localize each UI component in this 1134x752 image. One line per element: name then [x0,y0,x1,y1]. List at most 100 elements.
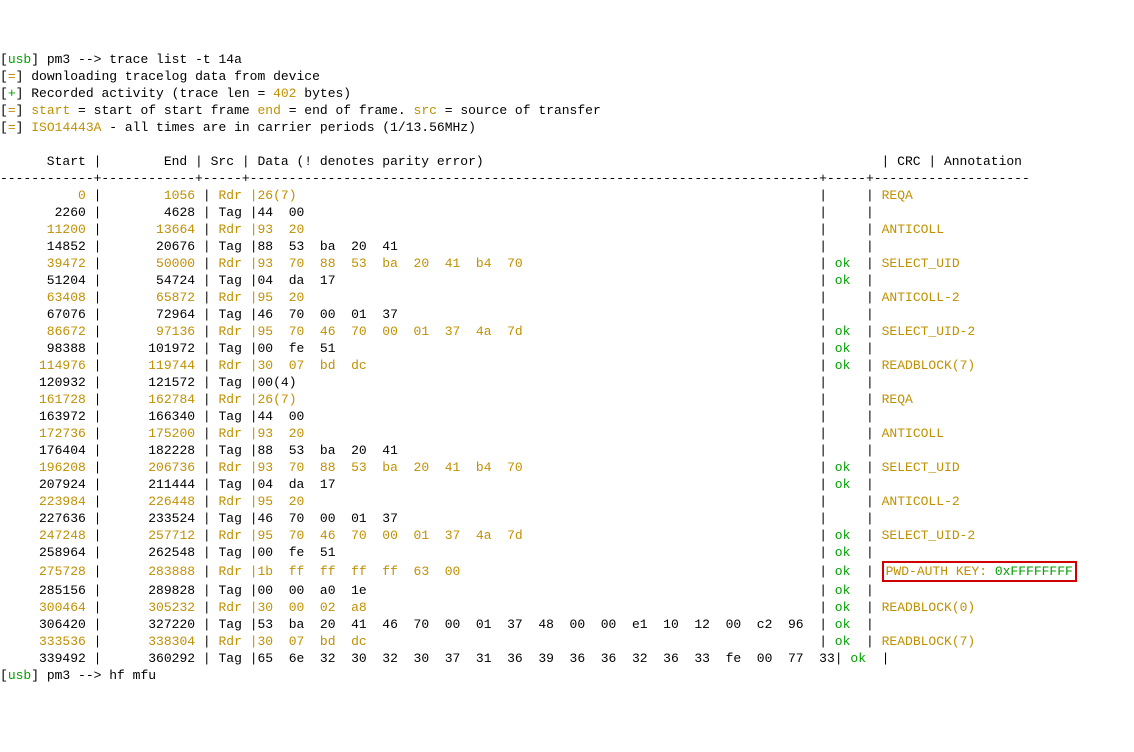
status-line: bytes) [296,86,351,101]
col-src: Tag [218,409,241,424]
col-end: 257712 [109,528,195,543]
usb-tag: usb [8,52,31,67]
col-end: 20676 [109,239,195,254]
col-start: 114976 [0,358,86,373]
col-end: 65872 [109,290,195,305]
col-data: |1b ff ff ff ff 63 00 [250,564,820,579]
col-start: 223984 [0,494,86,509]
col-end: 4628 [109,205,195,220]
col-start: 86672 [0,324,86,339]
col-start: 176404 [0,443,86,458]
col-end: 206736 [109,460,195,475]
col-end: 1056 [109,188,195,203]
col-data: |93 20 [250,426,820,441]
crc-ok: ok [835,634,858,649]
annotation: READBLOCK(7) [882,358,976,373]
col-start: 11200 [0,222,86,237]
col-data: |93 70 88 53 ba 20 41 b4 70 [250,460,820,475]
annotation-key: 0xFFFFFFFF [995,564,1073,579]
col-src: Tag [218,341,241,356]
col-data: |26(7) [250,392,820,407]
col-src: Rdr [218,460,241,475]
status-equals: = [8,69,16,84]
command-text[interactable]: hf mfu [109,668,156,683]
col-data: |30 00 02 a8 [250,600,820,615]
col-end: 72964 [109,307,195,322]
col-src: Tag [218,545,241,560]
col-data: |30 07 bd dc [250,358,820,373]
col-start: 227636 [0,511,86,526]
col-start: 285156 [0,583,86,598]
col-end: 13664 [109,222,195,237]
col-data: |65 6e 32 30 32 30 37 31 36 39 36 36 32 … [250,651,835,666]
annotation: ANTICOLL-2 [882,290,960,305]
col-end: 327220 [109,617,195,632]
crc-ok: ok [835,477,858,492]
crc-ok: ok [835,600,858,615]
col-src: Rdr [218,600,241,615]
crc-ok: ok [835,583,858,598]
annotation: ANTICOLL [882,426,944,441]
kw-iso: ISO14443A [31,120,101,135]
col-end: 233524 [109,511,195,526]
col-src: Tag [218,651,241,666]
terminal-output: [usb] pm3 --> trace list -t 14a [=] down… [0,51,1134,684]
col-data: |95 20 [250,290,820,305]
annotation: REQA [882,392,913,407]
crc-ok: ok [835,358,858,373]
col-start: 172736 [0,426,86,441]
col-data: |30 07 bd dc [250,634,820,649]
col-start: 63408 [0,290,86,305]
col-data: |26(7) [250,188,820,203]
col-start: 39472 [0,256,86,271]
col-src: Tag [218,443,241,458]
col-end: 283888 [109,564,195,579]
col-end: 119744 [109,358,195,373]
status-plus: + [8,86,16,101]
crc-ok: ok [835,324,858,339]
status-line: downloading tracelog data from device [23,69,319,84]
col-end: 182228 [109,443,195,458]
crc-ok: ok [835,273,858,288]
col-start: 196208 [0,460,86,475]
col-start: 14852 [0,239,86,254]
col-data: |44 00 [250,205,820,220]
col-end: 162784 [109,392,195,407]
col-end: 50000 [109,256,195,271]
col-start: 120932 [0,375,86,390]
annotation: ANTICOLL [882,222,944,237]
trace-len: 402 [273,86,296,101]
annotation: READBLOCK(0) [882,600,976,615]
prompt-sep: pm3 --> [39,668,109,683]
col-src: Tag [218,477,241,492]
crc-ok: ok [850,651,873,666]
usb-tag: usb [8,668,31,683]
col-src: Rdr [218,392,241,407]
col-start: 333536 [0,634,86,649]
col-data: |00 00 a0 1e [250,583,820,598]
col-src: Tag [218,583,241,598]
col-end: 360292 [109,651,195,666]
crc-ok: ok [835,460,858,475]
col-start: 275728 [0,564,86,579]
crc-ok: ok [835,545,858,560]
col-data: |88 53 ba 20 41 [250,443,820,458]
col-src: Tag [218,307,241,322]
annotation: REQA [882,188,913,203]
col-end: 54724 [109,273,195,288]
col-src: Rdr [218,358,241,373]
col-end: 305232 [109,600,195,615]
col-src: Rdr [218,634,241,649]
col-data: |46 70 00 01 37 [250,307,820,322]
prompt-bracket: [ [0,52,8,67]
col-end: 101972 [109,341,195,356]
col-end: 121572 [109,375,195,390]
col-src: Rdr [218,256,241,271]
col-data: |04 da 17 [250,273,820,288]
col-src: Tag [218,239,241,254]
table-header: Start | End | Src | Data (! denotes pari… [0,154,1022,169]
col-data: |95 70 46 70 00 01 37 4a 7d [250,324,820,339]
col-data: |46 70 00 01 37 [250,511,820,526]
col-src: Tag [218,617,241,632]
col-end: 97136 [109,324,195,339]
